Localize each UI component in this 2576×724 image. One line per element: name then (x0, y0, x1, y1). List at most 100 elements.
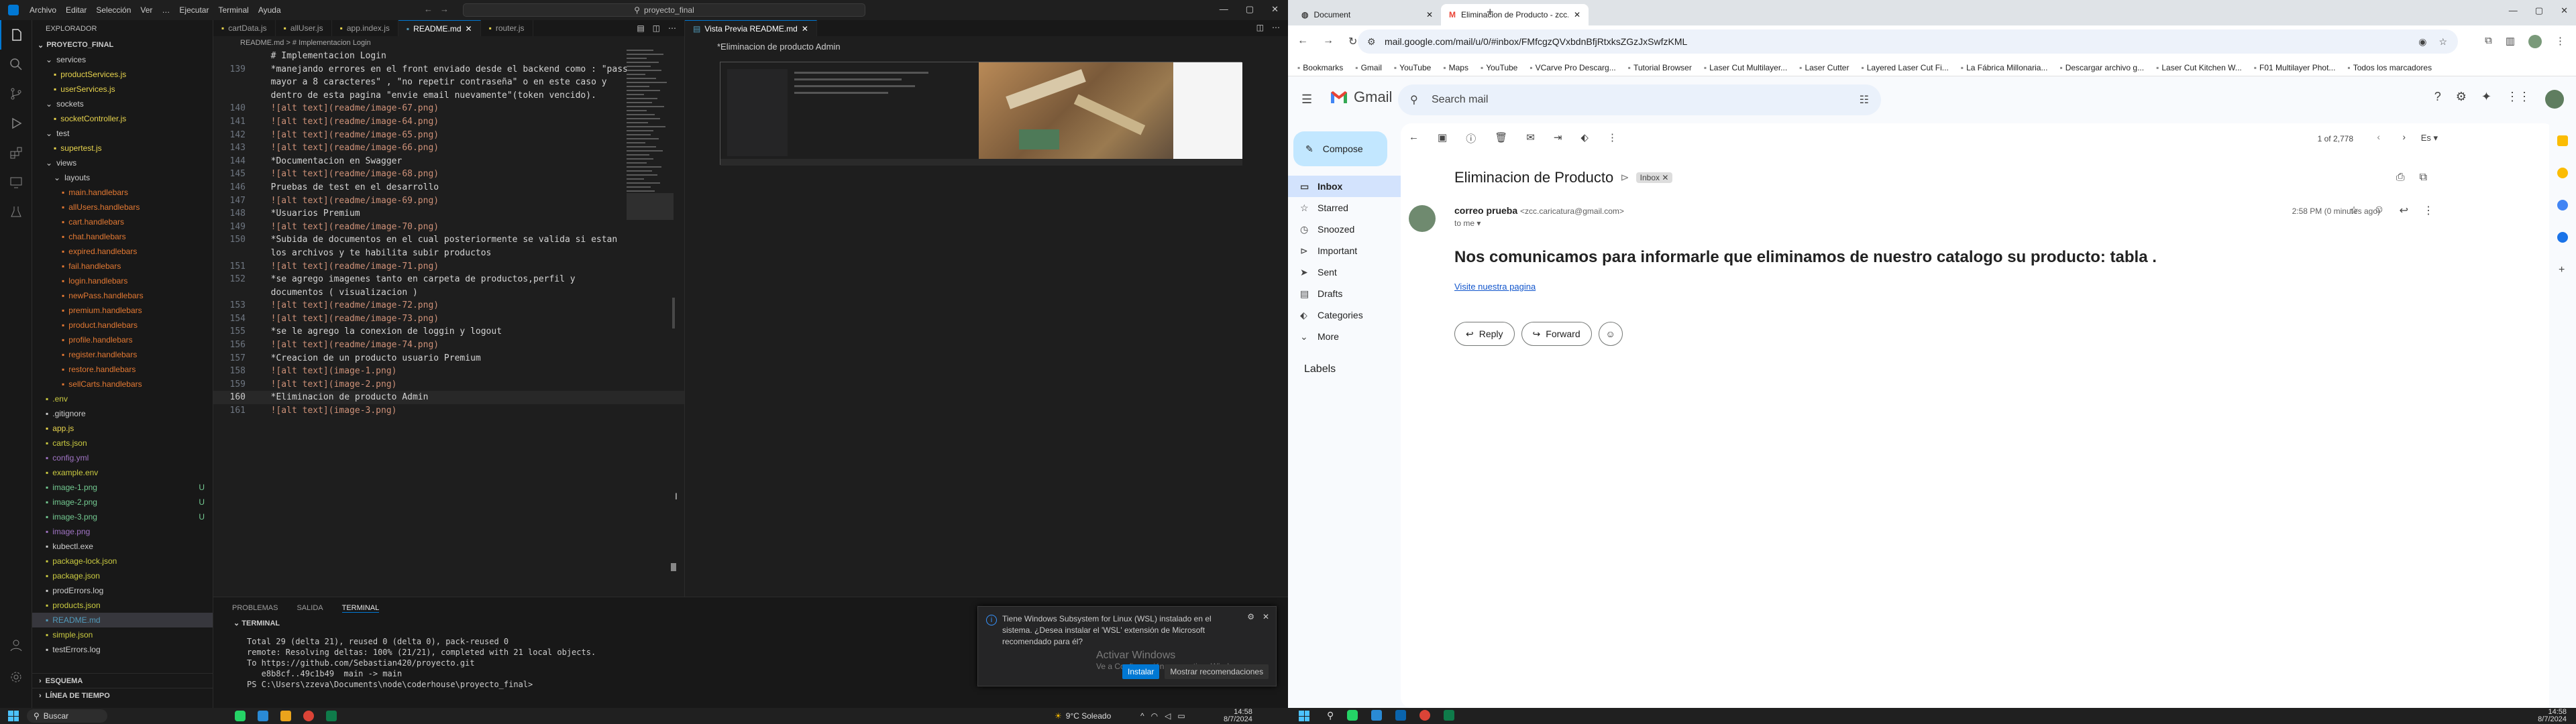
panel-tab[interactable]: SALIDA (297, 604, 323, 613)
file-item[interactable]: ▪ config.yml (32, 450, 213, 465)
browser-tab[interactable]: M Eliminacion de Producto - zcc.c ✕ (1441, 4, 1589, 25)
code-editor[interactable]: # Implementacion Login 139 *manejando err… (213, 50, 684, 418)
wifi-icon[interactable]: ◠ (1151, 711, 1158, 721)
input-tools[interactable]: Es ▾ (2421, 133, 2438, 143)
newer-icon[interactable]: › (2402, 131, 2406, 142)
gear-icon[interactable]: ⚙ (1247, 612, 1254, 621)
star-icon[interactable]: ☆ (2349, 204, 2359, 217)
bookmark-item[interactable]: ▪ Laser Cutter (1799, 63, 1849, 72)
editor-scrollbar[interactable] (672, 298, 675, 328)
more-actions-icon[interactable]: ⋯ (1272, 23, 1280, 32)
chrome-taskbar-icon[interactable] (1419, 710, 1431, 721)
important-marker-icon[interactable]: ⊳ (1620, 171, 1629, 184)
remote-explorer-icon[interactable] (0, 168, 32, 197)
visit-page-link[interactable]: Visite nuestra pagina (1454, 282, 1536, 292)
battery-icon[interactable]: ▭ (1177, 711, 1185, 721)
account-icon[interactable] (0, 630, 32, 660)
search-icon[interactable]: ⚲ (1327, 710, 1334, 721)
whatsapp-icon[interactable] (1347, 710, 1358, 721)
whatsapp-icon[interactable] (235, 711, 246, 721)
file-item[interactable]: ▪ package-lock.json (32, 554, 213, 568)
tab-preview-readme[interactable]: ▤ Vista Previa README.md ✕ (685, 20, 817, 36)
bookmark-item[interactable]: ▪ La Fábrica Millonaria... (1961, 63, 2048, 72)
close-icon[interactable]: ✕ (1574, 10, 1580, 19)
compose-button[interactable]: ✎ Compose (1293, 131, 1387, 166)
file-item[interactable]: ▪ testErrors.log (32, 642, 213, 657)
nav-back-icon[interactable]: ← (424, 4, 433, 14)
timeline-section[interactable]: › LÍNEA DE TIEMPO (32, 688, 213, 703)
older-icon[interactable]: ‹ (2377, 131, 2380, 142)
file-item[interactable]: ▪ login.handlebars (32, 274, 213, 288)
outlook-icon[interactable] (1395, 710, 1407, 721)
split-editor-icon[interactable]: ◫ (1256, 23, 1264, 32)
label-icon[interactable]: ⬖ (1580, 131, 1589, 145)
bookmark-item[interactable]: ▪ YouTube (1394, 63, 1431, 72)
minimap[interactable] (627, 50, 674, 331)
minimize-icon[interactable]: — (1220, 4, 1228, 15)
keep-icon[interactable] (2557, 168, 2568, 178)
back-to-inbox-icon[interactable]: ← (1409, 131, 1419, 145)
explorer-icon[interactable] (0, 20, 32, 50)
file-item[interactable]: ▪ package.json (32, 568, 213, 583)
bookmark-item[interactable]: ▪ Gmail (1355, 63, 1382, 72)
outline-section[interactable]: › ESQUEMA (32, 673, 213, 688)
apps-grid-icon[interactable]: ⋮⋮ (2506, 90, 2530, 109)
sender-avatar[interactable] (1409, 205, 1436, 232)
reload-icon[interactable]: ↻ (1348, 35, 1357, 48)
bookmark-item[interactable]: ▪ F01 Multilayer Phot... (2254, 63, 2336, 72)
close-icon[interactable]: ✕ (802, 24, 808, 34)
emoji-react-icon[interactable]: ☺ (2373, 204, 2384, 217)
maximize-icon[interactable]: ▢ (2535, 5, 2543, 16)
minimize-icon[interactable]: — (2509, 5, 2518, 16)
bookmark-item[interactable]: ▪ Bookmarks (1297, 63, 1343, 72)
editor-tab[interactable]: ▪ README.md ✕ (398, 20, 481, 36)
file-item[interactable]: ▪ image-2.png U (32, 495, 213, 509)
reply-button[interactable]: ↩ Reply (1454, 322, 1515, 346)
file-item[interactable]: ▪ image-1.png U (32, 480, 213, 495)
search-icon[interactable] (0, 50, 32, 79)
reply-icon[interactable]: ↩ (2400, 204, 2408, 217)
close-icon[interactable]: ✕ (466, 24, 472, 34)
more-icon[interactable]: ⋮ (1607, 131, 1617, 145)
search-mail-input[interactable]: ⚲ Search mail ☷ (1398, 84, 1881, 115)
nav-forward-icon[interactable]: → (440, 4, 449, 14)
back-icon[interactable]: ← (1297, 35, 1308, 48)
vscode-taskbar-icon[interactable] (1371, 710, 1383, 721)
file-item[interactable]: ▪ simple.json (32, 627, 213, 642)
move-to-icon[interactable]: ⇥ (1554, 131, 1562, 145)
contacts-icon[interactable] (2557, 232, 2568, 243)
folder-item[interactable]: ⌄ sockets (32, 97, 213, 111)
bookmark-item[interactable]: ▪ Maps (1443, 63, 1468, 72)
profile-avatar-icon[interactable] (2528, 35, 2542, 48)
start-icon[interactable] (1299, 711, 1309, 721)
report-spam-icon[interactable]: ⓘ (1466, 131, 1476, 145)
menu-item[interactable]: Editar (66, 5, 87, 15)
file-item[interactable]: ▪ supertest.js (32, 141, 213, 156)
maximize-icon[interactable]: ▢ (1246, 4, 1254, 15)
file-item[interactable]: ▪ app.js (32, 421, 213, 436)
file-item[interactable]: ▪ cart.handlebars (32, 215, 213, 229)
settings-gear-icon[interactable] (0, 662, 32, 692)
panel-tab[interactable]: TERMINAL (341, 604, 380, 613)
project-root[interactable]: ⌄ PROYECTO_FINAL (32, 38, 213, 52)
file-item[interactable]: ▪ .env (32, 391, 213, 406)
side-panel-icon[interactable]: ▥ (2506, 35, 2515, 48)
vscode-taskbar-icon[interactable] (258, 711, 268, 721)
file-item[interactable]: ▪ restore.handlebars (32, 362, 213, 377)
forward-button[interactable]: ↪ Forward (1521, 322, 1592, 346)
file-item[interactable]: ▪ chat.handlebars (32, 229, 213, 244)
bookmark-item[interactable]: ▪ VCarve Pro Descarg... (1529, 63, 1615, 72)
close-icon[interactable]: ✕ (1271, 4, 1279, 15)
emoji-button[interactable]: ☺ (1598, 322, 1623, 346)
file-item[interactable]: ▪ premium.handlebars (32, 303, 213, 318)
taskbar-search[interactable]: ⚲ Buscar (27, 709, 107, 723)
file-item[interactable]: ▪ .gitignore (32, 406, 213, 421)
editor-tab[interactable]: ▪ cartData.js (213, 20, 276, 36)
editor-scroll-thumb[interactable] (671, 563, 676, 571)
file-item[interactable]: ▪ prodErrors.log (32, 583, 213, 598)
menu-item[interactable]: … (162, 5, 170, 15)
menu-item[interactable]: Ayuda (258, 5, 281, 15)
bookmark-item[interactable]: ▪ Tutorial Browser (1628, 63, 1692, 72)
bookmark-item[interactable]: ▪ Laser Cut Multilayer... (1704, 63, 1787, 72)
gmail-logo[interactable]: Gmail (1330, 88, 1392, 106)
